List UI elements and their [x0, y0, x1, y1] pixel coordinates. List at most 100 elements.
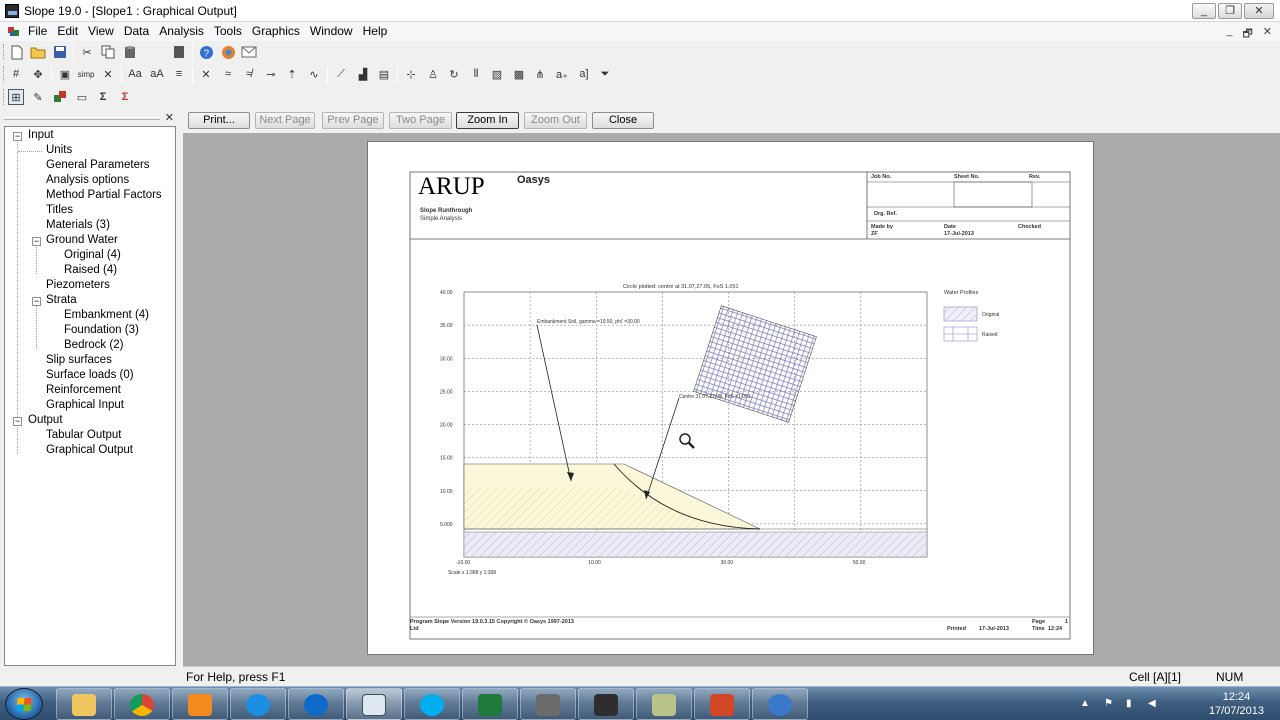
- toolbar-grip[interactable]: [3, 66, 6, 82]
- network-icon[interactable]: ▮: [1126, 698, 1138, 710]
- start-button[interactable]: [5, 688, 43, 720]
- tree-node-reinforcement[interactable]: Reinforcement: [46, 384, 121, 399]
- hatch-icon[interactable]: ▧: [489, 66, 505, 82]
- tree-node-titles[interactable]: Titles: [46, 204, 73, 219]
- tree-node-raised[interactable]: Raised (4): [64, 264, 117, 279]
- pan-icon[interactable]: ✥: [30, 66, 46, 82]
- tree-node-bedrock[interactable]: Bedrock (2): [64, 339, 123, 354]
- tree-node-foundation[interactable]: Foundation (3): [64, 324, 139, 339]
- menu-tools[interactable]: Tools: [214, 24, 249, 38]
- flag-icon[interactable]: ⚑: [1104, 698, 1116, 710]
- tree-node-piezometers[interactable]: Piezometers: [46, 279, 110, 294]
- web-icon[interactable]: [220, 44, 236, 60]
- zoom-in-button[interactable]: Zoom In: [456, 112, 519, 129]
- layers-icon[interactable]: ▤: [376, 66, 392, 82]
- prev-page-button[interactable]: Prev Page: [322, 112, 384, 129]
- grid-icon[interactable]: #: [8, 66, 24, 82]
- menu-file[interactable]: File: [28, 24, 54, 38]
- document-icon[interactable]: [7, 25, 21, 38]
- annotation-icon[interactable]: a]: [576, 66, 592, 82]
- strata-lines-icon[interactable]: ≈: [220, 66, 236, 82]
- tree-node-embankment[interactable]: Embankment (4): [64, 309, 149, 324]
- tree-node-units[interactable]: Units: [46, 144, 72, 159]
- collapse-icon[interactable]: −: [13, 132, 22, 141]
- tree-node-tabular-output[interactable]: Tabular Output: [46, 429, 121, 444]
- taskbar-media[interactable]: [172, 688, 228, 720]
- next-page-button[interactable]: Next Page: [255, 112, 315, 129]
- copy-icon[interactable]: [100, 44, 116, 60]
- toolbar-grip[interactable]: [3, 44, 6, 60]
- lines-icon[interactable]: ≡: [171, 66, 187, 82]
- close-preview-button[interactable]: Close: [592, 112, 654, 129]
- save-icon[interactable]: [52, 44, 68, 60]
- tree-view-icon[interactable]: ⊞: [8, 89, 24, 105]
- close-panel-button[interactable]: ✕: [165, 111, 174, 124]
- menu-view[interactable]: View: [88, 24, 121, 38]
- taskbar-app-dark[interactable]: [578, 688, 634, 720]
- taskbar-excel[interactable]: [462, 688, 518, 720]
- text-case-icon[interactable]: aA: [149, 66, 165, 82]
- rotate-icon[interactable]: ↻: [446, 66, 462, 82]
- taskbar-app-flower[interactable]: [752, 688, 808, 720]
- menu-analysis[interactable]: Analysis: [159, 24, 211, 38]
- menu-window[interactable]: Window: [310, 24, 360, 38]
- taskbar-powerpoint[interactable]: [694, 688, 750, 720]
- simplify-icon[interactable]: simp: [78, 66, 95, 82]
- toolbar-grip[interactable]: [3, 89, 6, 105]
- two-page-button[interactable]: Two Page: [389, 112, 452, 129]
- tree-node-graphical-output[interactable]: Graphical Output: [46, 444, 133, 459]
- help-icon[interactable]: ?: [198, 44, 214, 60]
- sum-red-icon[interactable]: Σ: [117, 89, 133, 105]
- tree-node-analysis-options[interactable]: Analysis options: [46, 174, 129, 189]
- show-hidden-icon[interactable]: ▲: [1080, 698, 1092, 710]
- save-view-icon[interactable]: ▣: [57, 66, 73, 82]
- edit-chart-icon[interactable]: ✎: [30, 89, 46, 105]
- cut-icon[interactable]: ✂: [79, 44, 95, 60]
- slope-icon[interactable]: ⟋: [333, 66, 349, 82]
- curve-icon[interactable]: ∿: [306, 66, 322, 82]
- person-icon[interactable]: ♙: [425, 66, 441, 82]
- collapse-icon[interactable]: −: [32, 297, 41, 306]
- texture-icon[interactable]: ▩: [511, 66, 527, 82]
- subscript-icon[interactable]: a₊: [554, 66, 570, 82]
- menu-data[interactable]: Data: [124, 24, 156, 38]
- taskbar-slope[interactable]: [346, 688, 402, 720]
- clock[interactable]: 12:24 17/07/2013: [1209, 690, 1264, 718]
- tree-node-slip-surfaces[interactable]: Slip surfaces: [46, 354, 112, 369]
- print-button[interactable]: Print...: [188, 112, 250, 129]
- taskbar-weather[interactable]: [520, 688, 576, 720]
- menu-help[interactable]: Help: [363, 24, 395, 38]
- tree-node-graphical-input[interactable]: Graphical Input: [46, 399, 124, 414]
- font-size-icon[interactable]: Aa: [127, 66, 143, 82]
- cross-icon[interactable]: ✕: [198, 66, 214, 82]
- piles-icon[interactable]: ⫴: [468, 66, 484, 82]
- vertical-arrow-icon[interactable]: ⇡: [284, 66, 300, 82]
- menu-edit[interactable]: Edit: [57, 24, 85, 38]
- volume-icon[interactable]: ◀: [1148, 698, 1160, 710]
- taskbar-chrome[interactable]: [114, 688, 170, 720]
- profile-icon[interactable]: ⋔: [532, 66, 548, 82]
- collapse-icon[interactable]: −: [13, 417, 22, 426]
- tree-node-surface-loads[interactable]: Surface loads (0): [46, 369, 134, 384]
- paste-icon[interactable]: [122, 44, 138, 60]
- materials-icon[interactable]: [52, 89, 68, 105]
- close-window-button[interactable]: ✕: [1244, 3, 1274, 19]
- tools-icon[interactable]: ✕: [100, 66, 116, 82]
- zoom-out-button[interactable]: Zoom Out: [524, 112, 587, 129]
- water-lines-icon[interactable]: ≉: [241, 66, 257, 82]
- taskbar-app-green[interactable]: [636, 688, 692, 720]
- taskbar-explorer[interactable]: [56, 688, 112, 720]
- print-icon[interactable]: [171, 44, 187, 60]
- collapse-icon[interactable]: −: [32, 237, 41, 246]
- maximize-button[interactable]: ❐: [1218, 3, 1242, 19]
- new-file-icon[interactable]: [9, 44, 25, 60]
- email-icon[interactable]: [241, 44, 257, 60]
- fill-icon[interactable]: ▟: [355, 66, 371, 82]
- tree-node-original[interactable]: Original (4): [64, 249, 121, 264]
- tree-node-materials[interactable]: Materials (3): [46, 219, 110, 234]
- measure-icon[interactable]: ⊹: [403, 66, 419, 82]
- sum-icon[interactable]: Σ: [95, 89, 111, 105]
- tree-node-general-parameters[interactable]: General Parameters: [46, 159, 150, 174]
- level-icon[interactable]: ⊸: [263, 66, 279, 82]
- window-icon[interactable]: ▭: [74, 89, 90, 105]
